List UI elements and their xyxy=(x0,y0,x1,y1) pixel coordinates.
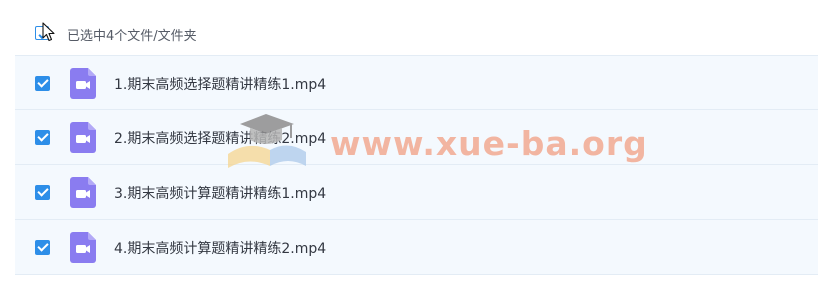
file-name[interactable]: 4.期末高频计算题精讲精练2.mp4 xyxy=(114,238,326,258)
file-name[interactable]: 1.期末高频选择题精讲精练1.mp4 xyxy=(114,74,326,94)
video-file-icon xyxy=(70,68,96,99)
file-manager-page: 已选中4个文件/文件夹 1.期末高频选择题精讲精练1.mp4 2.期末高频选择题… xyxy=(0,0,818,303)
video-file-icon xyxy=(70,177,96,208)
row-checkbox[interactable] xyxy=(35,240,50,255)
row-checkbox[interactable] xyxy=(35,185,50,200)
selection-count-label: 已选中4个文件/文件夹 xyxy=(67,29,197,44)
file-row[interactable]: 2.期末高频选择题精讲精练2.mp4 xyxy=(15,110,818,165)
selection-header: 已选中4个文件/文件夹 xyxy=(0,18,818,50)
file-row[interactable]: 3.期末高频计算题精讲精练1.mp4 xyxy=(15,165,818,220)
cropped-top-strip xyxy=(0,0,818,8)
file-list: 1.期末高频选择题精讲精练1.mp4 2.期末高频选择题精讲精练2.mp4 3.… xyxy=(15,55,818,275)
video-file-icon xyxy=(70,122,96,153)
file-row[interactable]: 1.期末高频选择题精讲精练1.mp4 xyxy=(15,55,818,110)
file-name[interactable]: 2.期末高频选择题精讲精练2.mp4 xyxy=(114,128,326,148)
video-file-icon xyxy=(70,232,96,263)
mouse-cursor-icon xyxy=(42,22,55,42)
row-checkbox[interactable] xyxy=(35,130,50,145)
file-row[interactable]: 4.期末高频计算题精讲精练2.mp4 xyxy=(15,220,818,275)
row-checkbox[interactable] xyxy=(35,76,50,91)
file-name[interactable]: 3.期末高频计算题精讲精练1.mp4 xyxy=(114,183,326,203)
